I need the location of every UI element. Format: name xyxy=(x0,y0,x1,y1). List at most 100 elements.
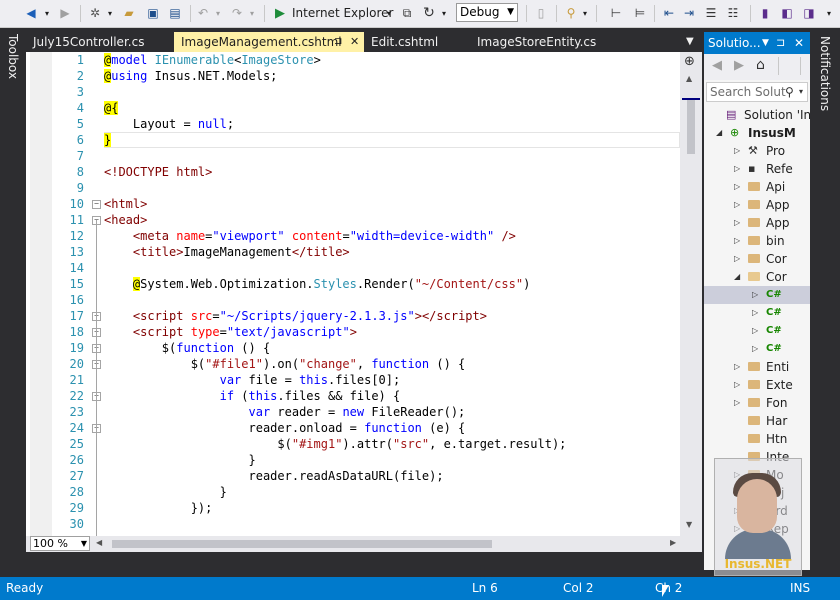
back-dropdown-icon[interactable]: ▾ xyxy=(40,4,54,22)
notifications-tab[interactable]: Notifications xyxy=(818,36,832,111)
tree-item[interactable]: ▷ C# xyxy=(704,322,810,340)
tree-item[interactable]: ▷ Fon xyxy=(704,394,810,412)
tab-imagemanagement[interactable]: ImageManagement.cshtml ⊐ ✕ xyxy=(174,32,364,52)
expand-icon[interactable]: ▷ xyxy=(734,196,740,214)
code-line[interactable]: 17− <script src="~/Scripts/jquery-2.1.3.… xyxy=(26,308,702,324)
undo-dropdown-icon[interactable]: ▾ xyxy=(212,4,224,22)
close-icon[interactable]: ✕ xyxy=(350,32,359,52)
expand-icon[interactable]: ▷ xyxy=(734,232,740,250)
code-editor[interactable]: 1 @model IEnumerable<ImageStore> 2 @using I… xyxy=(26,52,702,536)
pin-icon[interactable]: ⊐ xyxy=(776,32,785,54)
save-all-icon[interactable]: ▤ xyxy=(166,4,184,22)
tree-item[interactable]: ▷ App xyxy=(704,214,810,232)
tab-july15controller[interactable]: July15Controller.cs xyxy=(26,32,172,52)
code-line[interactable]: 25 $("#img1").attr("src", e.target.resul… xyxy=(26,436,702,452)
code-line[interactable]: 9 xyxy=(26,180,702,196)
tree-item[interactable]: ▷ Cor xyxy=(704,250,810,268)
align-left-icon[interactable]: ⊢ xyxy=(606,4,626,22)
run-dropdown-icon[interactable]: ▾ xyxy=(384,4,394,22)
tree-item[interactable]: ▷ App xyxy=(704,196,810,214)
scroll-left-icon[interactable]: ◀ xyxy=(96,538,102,547)
bookmark-prev-icon[interactable]: ◧ xyxy=(778,4,796,22)
tab-list-dropdown-icon[interactable]: ▼ xyxy=(682,32,700,52)
new-dropdown-icon[interactable]: ▾ xyxy=(104,4,116,22)
code-line[interactable]: 2 @using Insus.NET.Models; xyxy=(26,68,702,84)
collapse-icon[interactable]: − xyxy=(92,200,101,209)
code-line[interactable]: 30 xyxy=(26,516,702,532)
code-line[interactable]: 27 reader.readAsDataURL(file); xyxy=(26,468,702,484)
pin-icon[interactable]: ⊐ xyxy=(334,32,342,52)
code-line[interactable]: 29 }); xyxy=(26,500,702,516)
refresh-icon[interactable]: ↻ xyxy=(420,4,438,22)
find-in-files-icon[interactable]: ⚲ xyxy=(562,4,580,22)
search-icon[interactable]: ⚲ xyxy=(785,83,794,101)
back-icon[interactable]: ◀ xyxy=(22,4,40,22)
tree-item[interactable]: Har xyxy=(704,412,810,430)
vertical-scroll-thumb[interactable] xyxy=(687,98,695,154)
back-icon[interactable]: ◀ xyxy=(712,58,722,73)
expand-icon[interactable]: ▷ xyxy=(734,214,740,232)
uncomment-icon[interactable]: ☷ xyxy=(724,4,742,22)
horizontal-scroll-thumb[interactable] xyxy=(112,540,492,548)
code-line[interactable]: 24− reader.onload = function (e) { xyxy=(26,420,702,436)
collapse-icon[interactable]: ◢ xyxy=(734,268,740,286)
home-icon[interactable]: ⌂ xyxy=(756,57,765,73)
open-folder-icon[interactable]: ▰ xyxy=(120,4,138,22)
code-line[interactable]: 3 xyxy=(26,84,702,100)
code-line[interactable]: 28 } xyxy=(26,484,702,500)
forward-icon[interactable]: ▶ xyxy=(734,58,744,73)
tree-item[interactable]: ▷ Api xyxy=(704,178,810,196)
bookmark-icon[interactable]: ▮ xyxy=(756,4,774,22)
tree-item[interactable]: ▷ ⚒ Pro xyxy=(704,142,810,160)
expand-icon[interactable]: ▷ xyxy=(752,304,758,322)
tree-item[interactable]: ▤ Solution 'In xyxy=(704,106,810,124)
expand-icon[interactable]: ▷ xyxy=(734,142,740,160)
expand-icon[interactable]: ▷ xyxy=(752,286,758,304)
code-line[interactable]: 4 @{ xyxy=(26,100,702,116)
save-icon[interactable]: ▣ xyxy=(144,4,162,22)
search-options-icon[interactable]: ▾ xyxy=(799,83,803,101)
split-window-icon[interactable]: ⊕ xyxy=(684,54,695,69)
tree-item[interactable]: ▷ C# xyxy=(704,304,810,322)
code-line[interactable]: 22− if (this.files && file) { xyxy=(26,388,702,404)
code-line[interactable]: 7 xyxy=(26,148,702,164)
code-line[interactable]: 10− <html> xyxy=(26,196,702,212)
toolbox-tab[interactable]: Toolbox xyxy=(6,34,20,79)
solution-search-input[interactable]: Search Solut ⚲ ▾ xyxy=(706,82,808,102)
close-icon[interactable]: ✕ xyxy=(794,32,804,54)
code-line[interactable]: 18− <script type="text/javascript"> xyxy=(26,324,702,340)
toolbar-overflow-icon[interactable]: ▾ xyxy=(822,4,836,22)
code-line[interactable]: 20− $("#file1").on("change", function ()… xyxy=(26,356,702,372)
collapse-icon[interactable]: ◢ xyxy=(716,124,722,142)
tree-item[interactable]: ◢ ⊕ InsusM xyxy=(704,124,810,142)
code-line[interactable]: 16 xyxy=(26,292,702,308)
run-button[interactable]: Internet Explorer xyxy=(292,4,393,22)
find-dropdown-icon[interactable]: ▾ xyxy=(580,4,590,22)
document-icon[interactable]: ▯ xyxy=(532,4,550,22)
panel-menu-icon[interactable]: ▼ xyxy=(762,32,769,54)
new-project-icon[interactable]: ✲ xyxy=(86,4,104,22)
tab-edit[interactable]: Edit.cshtml xyxy=(364,32,472,52)
code-line[interactable]: 6} xyxy=(26,132,702,148)
configuration-select[interactable]: Debug ▼ xyxy=(456,3,518,22)
scroll-up-icon[interactable]: ▲ xyxy=(686,74,692,83)
tree-item[interactable]: ◢ Cor xyxy=(704,268,810,286)
expand-icon[interactable]: ▷ xyxy=(734,160,740,178)
zoom-select[interactable]: 100 % ▼ xyxy=(30,536,90,551)
bookmark-next-icon[interactable]: ◨ xyxy=(800,4,818,22)
code-line[interactable]: 12 <meta name="viewport" content="width=… xyxy=(26,228,702,244)
tree-item[interactable]: ▷ C# xyxy=(704,286,810,304)
refresh-dropdown-icon[interactable]: ▾ xyxy=(438,4,450,22)
run-play-icon[interactable]: ▶ xyxy=(272,4,288,22)
tree-item[interactable]: ▷ bin xyxy=(704,232,810,250)
code-line[interactable]: 5 Layout = null; xyxy=(26,116,702,132)
scroll-down-icon[interactable]: ▼ xyxy=(686,520,692,529)
code-line[interactable]: 1 @model IEnumerable<ImageStore> xyxy=(26,52,702,68)
indent-icon[interactable]: ⇥ xyxy=(680,4,698,22)
expand-icon[interactable]: ▷ xyxy=(734,376,740,394)
code-line[interactable]: 13 <title>ImageManagement</title> xyxy=(26,244,702,260)
tree-item[interactable]: Htn xyxy=(704,430,810,448)
expand-icon[interactable]: ▷ xyxy=(734,178,740,196)
tree-item[interactable]: ▷ Exte xyxy=(704,376,810,394)
align-tool-icon[interactable]: ⊨ xyxy=(630,4,650,22)
